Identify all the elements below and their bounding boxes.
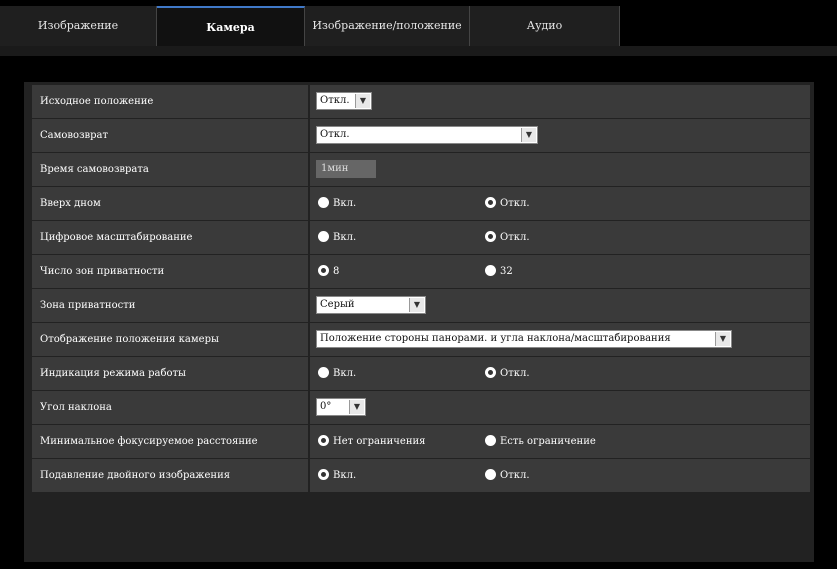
radio-label: Вкл. — [333, 470, 357, 481]
radio-icon — [485, 469, 496, 480]
select-value: 0° — [320, 401, 332, 412]
setting-value-cell: 8 32 — [310, 255, 810, 288]
radio-label: Вкл. — [333, 232, 357, 243]
radio-option-off[interactable]: Откл. — [485, 366, 530, 382]
radio-label: Вкл. — [333, 198, 357, 209]
select-value: Серый — [320, 299, 355, 310]
setting-label: Угол наклона — [32, 391, 308, 424]
setting-label: Зона приватности — [32, 289, 308, 322]
tilt-angle-select[interactable]: 0° ▼ — [316, 398, 366, 416]
setting-label: Вверх дном — [32, 187, 308, 220]
tab-bar-spacer — [620, 6, 837, 46]
self-return-select[interactable]: Откл. ▼ — [316, 126, 538, 144]
chevron-down-icon: ▼ — [349, 400, 364, 414]
radio-icon — [485, 265, 496, 276]
tab-underline — [0, 46, 837, 56]
setting-label: Подавление двойного изображения — [32, 459, 308, 492]
setting-value-cell: Вкл. Откл. — [310, 459, 810, 492]
setting-row-upside-down: Вверх дном Вкл. Откл. — [28, 187, 810, 221]
setting-value-cell: Вкл. Откл. — [310, 221, 810, 254]
radio-option-off[interactable]: Откл. — [485, 468, 530, 484]
radio-option-on[interactable]: Вкл. — [318, 366, 356, 382]
setting-label: Минимальное фокусируемое расстояние — [32, 425, 308, 458]
radio-selected-icon — [485, 367, 496, 378]
setting-row-home-position: Исходное положение Откл. ▼ — [28, 85, 810, 119]
setting-label: Самовозврат — [32, 119, 308, 152]
radio-label: Откл. — [500, 198, 530, 209]
radio-option-8[interactable]: 8 — [318, 264, 339, 280]
select-value: Положение стороны панорами. и угла накло… — [320, 333, 671, 344]
setting-row-camera-position-display: Отображение положения камеры Положение с… — [28, 323, 810, 357]
setting-value-cell: Откл. ▼ — [310, 85, 810, 118]
chevron-down-icon: ▼ — [355, 94, 370, 108]
radio-option-no-limit[interactable]: Нет ограничения — [318, 434, 425, 450]
select-value: Откл. — [320, 129, 350, 140]
setting-row-tilt-angle: Угол наклона 0° ▼ — [28, 391, 810, 425]
setting-value-cell: Вкл. Откл. — [310, 187, 810, 220]
setting-row-operation-indication: Индикация режима работы Вкл. Откл. — [28, 357, 810, 391]
setting-label: Число зон приватности — [32, 255, 308, 288]
radio-icon — [318, 231, 329, 242]
privacy-zone-select[interactable]: Серый ▼ — [316, 296, 426, 314]
radio-icon — [318, 367, 329, 378]
chevron-down-icon: ▼ — [715, 332, 730, 346]
radio-option-off[interactable]: Откл. — [485, 230, 530, 246]
radio-label: Нет ограничения — [333, 436, 426, 447]
radio-label: Есть ограничение — [500, 436, 596, 447]
setting-value-cell: Нет ограничения Есть ограничение — [310, 425, 810, 458]
radio-label: Откл. — [500, 232, 530, 243]
setting-label: Индикация режима работы — [32, 357, 308, 390]
radio-selected-icon — [318, 265, 329, 276]
setting-value-cell: 0° ▼ — [310, 391, 810, 424]
self-return-time-button[interactable]: 1мин — [316, 160, 376, 178]
setting-row-privacy-zone-count: Число зон приватности 8 32 — [28, 255, 810, 289]
setting-value-cell: Откл. ▼ — [310, 119, 810, 152]
radio-selected-icon — [318, 469, 329, 480]
setting-value-cell: 1мин — [310, 153, 810, 186]
settings-page: Изображение Камера Изображение/положение… — [0, 0, 837, 569]
tab-image-position[interactable]: Изображение/положение — [305, 6, 470, 46]
chevron-down-icon: ▼ — [409, 298, 424, 312]
radio-option-off[interactable]: Откл. — [485, 196, 530, 212]
radio-selected-icon — [485, 197, 496, 208]
radio-label: Вкл. — [333, 368, 357, 379]
tab-audio[interactable]: Аудио — [470, 6, 620, 46]
setting-row-double-image-suppression: Подавление двойного изображения Вкл. Отк… — [28, 459, 810, 493]
setting-row-min-focus-distance: Минимальное фокусируемое расстояние Нет … — [28, 425, 810, 459]
home-position-select[interactable]: Откл. ▼ — [316, 92, 372, 110]
radio-icon — [485, 435, 496, 446]
tab-camera[interactable]: Камера — [157, 6, 305, 46]
setting-label: Отображение положения камеры — [32, 323, 308, 356]
radio-icon — [318, 197, 329, 208]
camera-position-display-select[interactable]: Положение стороны панорами. и угла накло… — [316, 330, 732, 348]
tab-image[interactable]: Изображение — [0, 6, 157, 46]
setting-row-self-return: Самовозврат Откл. ▼ — [28, 119, 810, 153]
radio-selected-icon — [485, 231, 496, 242]
radio-option-32[interactable]: 32 — [485, 264, 513, 280]
radio-option-on[interactable]: Вкл. — [318, 196, 356, 212]
setting-row-digital-zoom: Цифровое масштабирование Вкл. Откл. — [28, 221, 810, 255]
radio-label: 32 — [500, 266, 513, 277]
setting-value-cell: Серый ▼ — [310, 289, 810, 322]
setting-label: Цифровое масштабирование — [32, 221, 308, 254]
setting-value-cell: Положение стороны панорами. и угла накло… — [310, 323, 810, 356]
setting-label: Время самовозврата — [32, 153, 308, 186]
radio-label: Откл. — [500, 368, 530, 379]
setting-value-cell: Вкл. Откл. — [310, 357, 810, 390]
setting-row-self-return-time: Время самовозврата 1мин — [28, 153, 810, 187]
radio-label: 8 — [333, 266, 340, 277]
setting-label: Исходное положение — [32, 85, 308, 118]
radio-label: Откл. — [500, 470, 530, 481]
radio-selected-icon — [318, 435, 329, 446]
chevron-down-icon: ▼ — [521, 128, 536, 142]
tab-bar: Изображение Камера Изображение/положение… — [0, 6, 837, 46]
radio-option-on[interactable]: Вкл. — [318, 468, 356, 484]
radio-option-limit[interactable]: Есть ограничение — [485, 434, 596, 450]
select-value: Откл. — [320, 95, 350, 106]
setting-row-privacy-zone: Зона приватности Серый ▼ — [28, 289, 810, 323]
radio-option-on[interactable]: Вкл. — [318, 230, 356, 246]
